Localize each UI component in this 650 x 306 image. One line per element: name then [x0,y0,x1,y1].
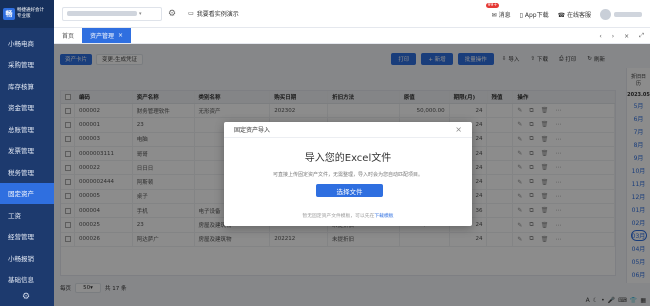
choose-file-button[interactable]: 选择文件 [316,184,383,197]
modal-tip-text: 暂无固定资产文件模板，可以先在 [302,214,375,219]
modal-close-icon[interactable]: × [455,125,462,134]
sidebar-item-ecommerce[interactable]: 小畅电商 [0,32,54,54]
sidebar-item-purchase[interactable]: 采购管理 [0,54,54,76]
headset-icon: ☎ [557,11,566,19]
gear-icon[interactable]: ⚙ [168,9,176,19]
user-name-redacted [614,11,642,17]
messages-button[interactable]: 99+ ✉ 消息 [485,2,511,19]
sidebar: 畅 畅捷通好会计 专业版 小畅电商 采购管理 库存核算 资金管理 总账管理 发票… [0,0,54,306]
bell-icon: ✉ [491,11,497,19]
chevron-right-icon[interactable]: › [612,33,614,40]
modal-tip: 暂无固定资产文件模板，可以先在下载模板 [224,212,472,219]
sidebar-item-operations[interactable]: 经营管理 [0,226,54,248]
settings-gear-icon[interactable]: ⚙ [22,292,30,302]
sidebar-item-inventory[interactable]: 库存核算 [0,75,54,97]
company-selector[interactable]: ▾ [62,6,162,21]
monitor-icon: ▭ [188,10,194,17]
sidebar-item-payroll[interactable]: 工资 [0,204,54,226]
sidebar-item-tax[interactable]: 税务管理 [0,161,54,183]
user-menu[interactable] [600,8,642,20]
sidebar-item-reimburse[interactable]: 小畅报销 [0,247,54,269]
avatar [600,8,611,20]
sidebar-item-invoice[interactable]: 发票管理 [0,140,54,162]
phone-icon: ▯ [519,11,523,19]
modal-description: 可直接上传固定资产文件，无需整理，导入时会为您自动匹配项目。 [272,172,423,178]
sidebar-nav: 小畅电商 采购管理 库存核算 资金管理 总账管理 发票管理 税务管理 固定资产 … [0,32,54,290]
sidebar-item-basic-info[interactable]: 基础信息 [0,269,54,291]
online-service-button[interactable]: ☎ 在线客服 [558,10,591,19]
company-name-redacted [67,11,137,16]
chevron-left-icon[interactable]: ‹ [599,33,601,40]
tab-bar: 首页 资产管理 × ‹ › × ⤢ [54,28,650,44]
modal-title: 导入您的Excel文件 [304,153,392,164]
chevron-down-icon: ▾ [139,10,142,17]
message-badge: 99+ [485,2,500,8]
tab-close-icon[interactable]: × [118,32,123,39]
fullscreen-icon[interactable]: ⤢ [639,32,644,40]
tab-home[interactable]: 首页 [54,28,82,43]
sidebar-item-funds[interactable]: 资金管理 [0,97,54,119]
messages-label: 消息 [498,11,511,19]
app-download-button[interactable]: ▯ App下载 [520,10,549,19]
brand-logo[interactable]: 畅 畅捷通好会计 专业版 [0,0,54,28]
top-bar: ▾ ⚙ ▭ 我要看实例演示 99+ ✉ 消息 ▯ App下载 ☎ 在线客服 [54,0,650,28]
demo-label: 我要看实例演示 [196,11,239,18]
modal-header: 固定资产导入 [224,122,472,138]
download-template-link[interactable]: 下载模板 [374,214,393,219]
online-service-label: 在线客服 [566,11,591,19]
brand-edition: 专业版 [17,14,31,19]
sidebar-item-ledger[interactable]: 总账管理 [0,118,54,140]
app-download-label: App下载 [524,11,549,19]
demo-link[interactable]: ▭ 我要看实例演示 [188,9,239,18]
tab-asset-management-label: 资产管理 [90,33,115,40]
brand-icon: 畅 [3,8,15,20]
close-icon[interactable]: × [624,33,629,40]
sidebar-item-fixed-assets[interactable]: 固定资产 [0,182,54,204]
import-modal: 固定资产导入 × 导入您的Excel文件 可直接上传固定资产文件，无需整理，导入… [224,122,472,226]
tab-asset-management[interactable]: 资产管理 × [82,28,132,43]
